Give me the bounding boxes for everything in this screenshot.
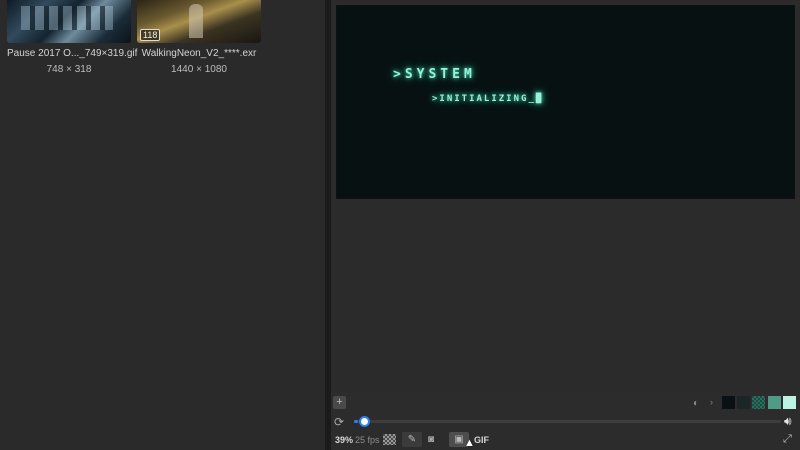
background-swatch-dark[interactable] (737, 396, 750, 409)
asset-thumbnail[interactable] (7, 0, 131, 43)
background-swatch-mint[interactable] (783, 396, 796, 409)
chevron-right-icon[interactable]: › (710, 397, 713, 407)
eyedropper-button[interactable]: ✎ (402, 432, 422, 447)
format-label[interactable]: GIF (474, 435, 489, 445)
transparency-checker-icon[interactable] (383, 434, 396, 445)
mouse-cursor-icon: ▲ (464, 437, 475, 449)
loop-icon[interactable]: ⟳ (334, 415, 344, 429)
frame-count-badge: 118 (140, 29, 161, 41)
asset-dimensions: 748 × 318 (46, 64, 92, 75)
asset-item[interactable]: Pause 2017 O..._749×319.gif 748 × 318 (7, 0, 138, 75)
canvas-text-system: >SYSTEM (393, 67, 476, 82)
background-swatch-black[interactable] (722, 396, 735, 409)
preview-canvas[interactable]: >SYSTEM >INITIALIZING_█ (336, 5, 795, 199)
fps-readout: 25 fps (355, 435, 380, 445)
asset-item[interactable]: 118 WalkingNeon_V2_****.exr 1440 × 1080 (137, 0, 261, 75)
background-swatch-checker[interactable] (752, 396, 765, 409)
export-icon: ▣ (454, 434, 464, 445)
timeline-slider[interactable] (354, 416, 781, 427)
zoom-level[interactable]: 39% (335, 435, 353, 445)
viewer-pane: >SYSTEM >INITIALIZING_█ (331, 0, 800, 450)
timeline-progress (354, 420, 358, 423)
playback-controls: + ◐ › ⟳ 🔊︎ 39% 25 fps ✎ ◙ ▣ GIF ▲ ⤢ (331, 393, 800, 450)
fullscreen-icon[interactable]: ⤢ (783, 433, 792, 446)
background-swatch-teal[interactable] (768, 396, 781, 409)
asset-dimensions: 1440 × 1080 (171, 64, 227, 75)
timeline-handle[interactable] (359, 416, 370, 427)
asset-name: WalkingNeon_V2_****.exr (141, 48, 257, 59)
asset-name: Pause 2017 O..._749×319.gif (7, 48, 138, 59)
background-toggle-icon[interactable]: ◐ (693, 398, 699, 409)
canvas-text-initializing: >INITIALIZING_█ (432, 94, 544, 104)
volume-icon[interactable]: 🔊︎ (784, 414, 792, 429)
eyedropper-icon: ✎ (407, 434, 417, 445)
asset-browser: Pause 2017 O..._749×319.gif 748 × 318 11… (0, 0, 325, 450)
camera-icon[interactable]: ◙ (428, 434, 434, 445)
asset-thumbnail[interactable]: 118 (137, 0, 261, 43)
add-button[interactable]: + (333, 396, 346, 409)
